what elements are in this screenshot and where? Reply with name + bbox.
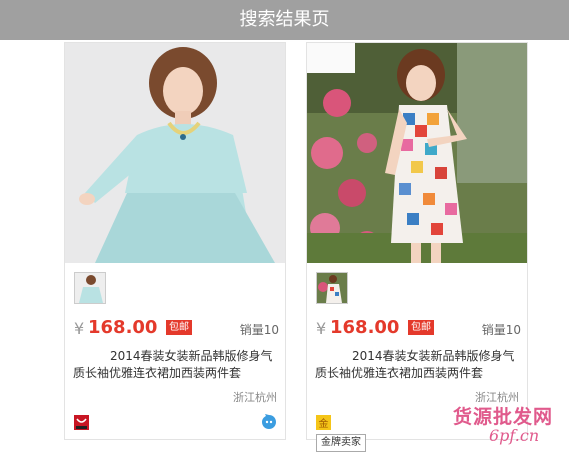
seller-tooltip: 金牌卖家 [316,434,366,452]
product-title[interactable]: 2014春装女装新品韩版修身气质长袖优雅连衣裙加西装两件套 [315,348,520,382]
watermark-url: 6pf.cn [489,426,540,445]
product-title[interactable]: 2014春装女装新品韩版修身气质长袖优雅连衣裙加西装两件套 [73,348,278,382]
currency-symbol: ¥ [74,319,85,338]
free-shipping-badge: 包邮 [166,320,192,335]
results-grid: ¥ 168.00 包邮 销量10 2014春装女装新品韩版修身气质长袖优雅连衣裙… [0,40,569,458]
product-card[interactable]: ¥ 168.00 包邮 销量10 2014春装女装新品韩版修身气质长袖优雅连衣裙… [306,42,528,440]
product-price: 168.00 [330,317,400,338]
page-title: 搜索结果页 [239,9,330,30]
page-header: 搜索结果页 [0,0,569,40]
product-price: 168.00 [88,317,158,338]
product-card[interactable]: ¥ 168.00 包邮 销量10 2014春装女装新品韩版修身气质长袖优雅连衣裙… [64,42,286,440]
currency-symbol: ¥ [316,319,327,338]
product-location: 浙江杭州 [233,391,277,404]
sales-count: 销量10 [481,323,521,337]
shop-icon[interactable] [74,415,89,430]
chat-icon[interactable] [261,414,277,430]
price-row: ¥ 168.00 包邮 销量10 [316,316,521,340]
price-row: ¥ 168.00 包邮 销量10 [74,316,279,340]
svg-text:金: 金 [319,417,329,430]
sales-count: 销量10 [239,323,279,337]
free-shipping-badge: 包邮 [408,320,434,335]
product-thumbnail[interactable] [74,272,106,304]
gold-medal-icon[interactable]: 金 [316,415,331,430]
product-thumbnail[interactable] [316,272,348,304]
watermark-text: 货源批发网 [453,406,554,428]
product-image[interactable] [307,43,527,263]
watermark-logo: 货源批发网 6pf.cn [453,402,569,458]
product-image[interactable] [65,43,285,263]
